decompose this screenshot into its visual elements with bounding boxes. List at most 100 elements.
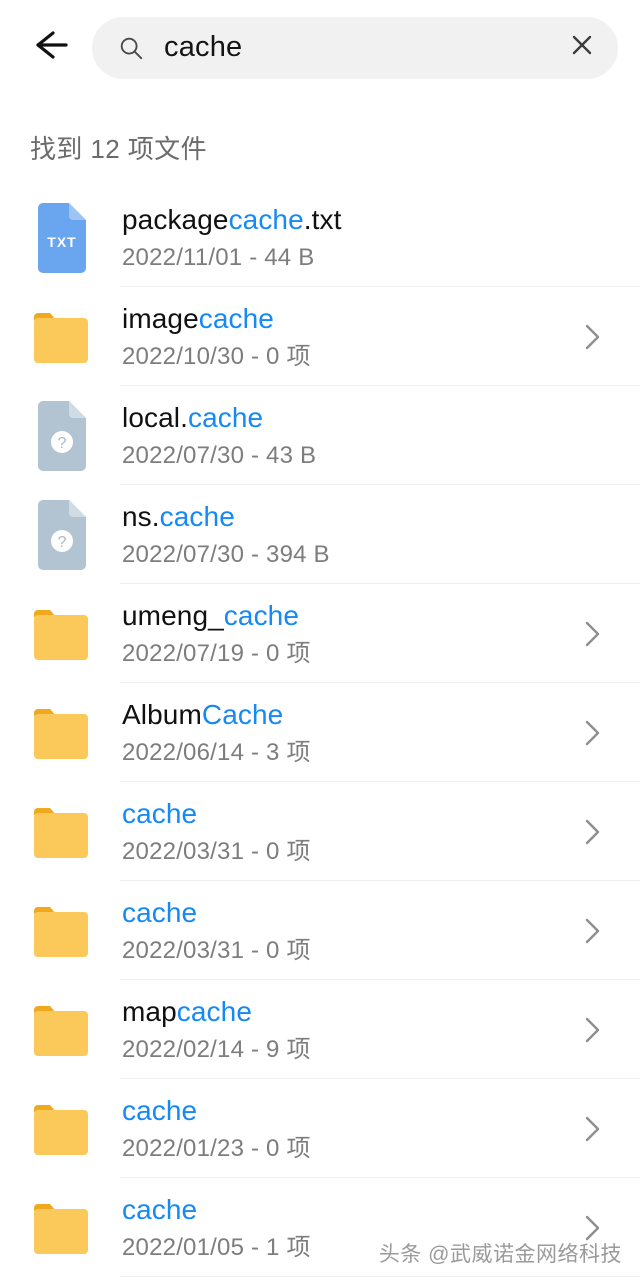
file-name-match: Cache bbox=[201, 699, 284, 731]
file-name: cache bbox=[122, 797, 572, 830]
chevron-right-icon bbox=[585, 819, 600, 844]
file-list-item[interactable]: TXT packagecache.txt 2022/11/01 - 44 B bbox=[0, 188, 640, 287]
txt-file-icon: TXT bbox=[30, 202, 94, 274]
result-count-label: 找到 12 项文件 bbox=[30, 134, 207, 164]
file-item-text: local.cache 2022/07/30 - 43 B bbox=[122, 401, 572, 469]
txt-file-icon: TXT bbox=[38, 202, 86, 273]
search-field[interactable]: cache bbox=[92, 16, 618, 79]
chevron-right-icon bbox=[585, 918, 600, 943]
open-folder-chevron[interactable] bbox=[572, 812, 612, 852]
folder-icon bbox=[30, 895, 94, 967]
folder-icon bbox=[34, 1005, 88, 1056]
chevron-right-icon bbox=[585, 324, 600, 349]
watermark-label: 头条 @武威诺金网络科技 bbox=[378, 1243, 622, 1266]
file-name-match: cache bbox=[122, 1194, 198, 1226]
folder-icon bbox=[34, 312, 88, 363]
open-folder-chevron[interactable] bbox=[572, 1010, 612, 1050]
search-icon bbox=[118, 35, 144, 61]
open-folder-chevron[interactable] bbox=[572, 317, 612, 357]
row-divider bbox=[120, 1276, 640, 1277]
file-name: AlbumCache bbox=[122, 698, 572, 731]
file-meta-line: 2022/06/14 - 3 项 bbox=[122, 739, 311, 767]
folder-icon bbox=[34, 906, 88, 957]
file-list-item[interactable]: umeng_cache 2022/07/19 - 0 项 bbox=[0, 584, 640, 683]
file-list-item[interactable]: cache 2022/01/23 - 0 项 bbox=[0, 1079, 640, 1178]
file-meta-line: 2022/07/30 - 43 B bbox=[122, 442, 317, 470]
open-folder-chevron[interactable] bbox=[572, 614, 612, 654]
svg-text:?: ? bbox=[58, 435, 67, 452]
folder-icon bbox=[30, 598, 94, 670]
file-meta-line: 2022/07/19 - 0 项 bbox=[122, 640, 311, 668]
file-name-match: cache bbox=[176, 996, 252, 1028]
file-name-prefix: Album bbox=[122, 699, 202, 731]
file-name: imagecache bbox=[122, 302, 572, 335]
back-button[interactable] bbox=[18, 17, 80, 79]
open-folder-chevron[interactable] bbox=[572, 1109, 612, 1149]
file-meta-line: 2022/07/30 - 394 B bbox=[122, 541, 330, 569]
chevron-right-icon bbox=[585, 1017, 600, 1042]
file-name-match: cache bbox=[159, 501, 235, 533]
file-name-suffix: .txt bbox=[303, 204, 342, 236]
chevron-right-icon bbox=[585, 621, 600, 646]
file-item-text: packagecache.txt 2022/11/01 - 44 B bbox=[122, 203, 572, 271]
file-name-match: cache bbox=[122, 1095, 198, 1127]
file-name-match: cache bbox=[122, 798, 198, 830]
folder-icon bbox=[34, 708, 88, 759]
file-meta-line: 2022/03/31 - 0 项 bbox=[122, 937, 311, 965]
file-item-text: cache 2022/03/31 - 0 项 bbox=[122, 797, 572, 865]
file-name: cache bbox=[122, 1094, 572, 1127]
file-meta-line: 2022/01/23 - 0 项 bbox=[122, 1135, 311, 1163]
file-meta-line: 2022/02/14 - 9 项 bbox=[122, 1036, 311, 1064]
file-name-prefix: umeng_ bbox=[122, 600, 224, 632]
open-folder-chevron[interactable] bbox=[572, 713, 612, 753]
file-name-match: cache bbox=[198, 303, 274, 335]
file-name-prefix: image bbox=[122, 303, 199, 335]
file-name: umeng_cache bbox=[122, 599, 572, 632]
file-meta-line: 2022/03/31 - 0 项 bbox=[122, 838, 311, 866]
file-item-text: cache 2022/03/31 - 0 项 bbox=[122, 896, 572, 964]
search-input[interactable]: cache bbox=[164, 33, 554, 62]
file-list-item[interactable]: ? local.cache 2022/07/30 - 43 B bbox=[0, 386, 640, 485]
file-item-text: AlbumCache 2022/06/14 - 3 项 bbox=[122, 698, 572, 766]
unknown-file-icon: ? bbox=[38, 400, 86, 471]
clear-search-button[interactable] bbox=[554, 20, 610, 76]
file-name-prefix: package bbox=[122, 204, 229, 236]
folder-icon bbox=[30, 1192, 94, 1264]
folder-icon bbox=[30, 796, 94, 868]
file-list-item[interactable]: AlbumCache 2022/06/14 - 3 项 bbox=[0, 683, 640, 782]
folder-icon bbox=[30, 301, 94, 373]
file-list-item[interactable]: cache 2022/03/31 - 0 项 bbox=[0, 881, 640, 980]
open-folder-chevron[interactable] bbox=[572, 911, 612, 951]
chevron-right-icon bbox=[585, 1116, 600, 1141]
file-name-match: cache bbox=[223, 600, 300, 632]
file-list-item[interactable]: ? ns.cache 2022/07/30 - 394 B bbox=[0, 485, 640, 584]
file-name: local.cache bbox=[122, 401, 572, 434]
folder-icon bbox=[34, 807, 88, 858]
file-name: ns.cache bbox=[122, 500, 572, 533]
folder-icon bbox=[34, 1104, 88, 1155]
file-name-match: cache bbox=[228, 204, 304, 236]
search-header: cache bbox=[0, 0, 640, 95]
file-name-match: cache bbox=[122, 897, 198, 929]
file-meta-line: 2022/11/01 - 44 B bbox=[122, 244, 315, 272]
search-results-list: TXT packagecache.txt 2022/11/01 - 44 Bimag… bbox=[0, 188, 640, 1277]
file-name-match: cache bbox=[187, 402, 264, 434]
svg-text:TXT: TXT bbox=[47, 234, 76, 250]
file-item-text: ns.cache 2022/07/30 - 394 B bbox=[122, 500, 572, 568]
svg-text:?: ? bbox=[58, 534, 67, 551]
arrow-left-icon bbox=[26, 22, 72, 73]
chevron-right-icon bbox=[585, 720, 600, 745]
file-name-prefix: local. bbox=[122, 402, 188, 434]
file-name: cache bbox=[122, 896, 572, 929]
file-name-prefix: ns. bbox=[122, 501, 160, 533]
file-name: packagecache.txt bbox=[122, 203, 572, 236]
close-icon bbox=[567, 30, 597, 65]
file-item-text: cache 2022/01/23 - 0 项 bbox=[122, 1094, 572, 1162]
file-list-item[interactable]: mapcache 2022/02/14 - 9 项 bbox=[0, 980, 640, 1079]
unknown-file-icon: ? bbox=[38, 499, 86, 570]
file-list-item[interactable]: imagecache 2022/10/30 - 0 项 bbox=[0, 287, 640, 386]
file-name: mapcache bbox=[122, 995, 572, 1028]
file-meta-line: 2022/10/30 - 0 项 bbox=[122, 343, 311, 371]
file-name-prefix: map bbox=[122, 996, 177, 1028]
file-list-item[interactable]: cache 2022/03/31 - 0 项 bbox=[0, 782, 640, 881]
